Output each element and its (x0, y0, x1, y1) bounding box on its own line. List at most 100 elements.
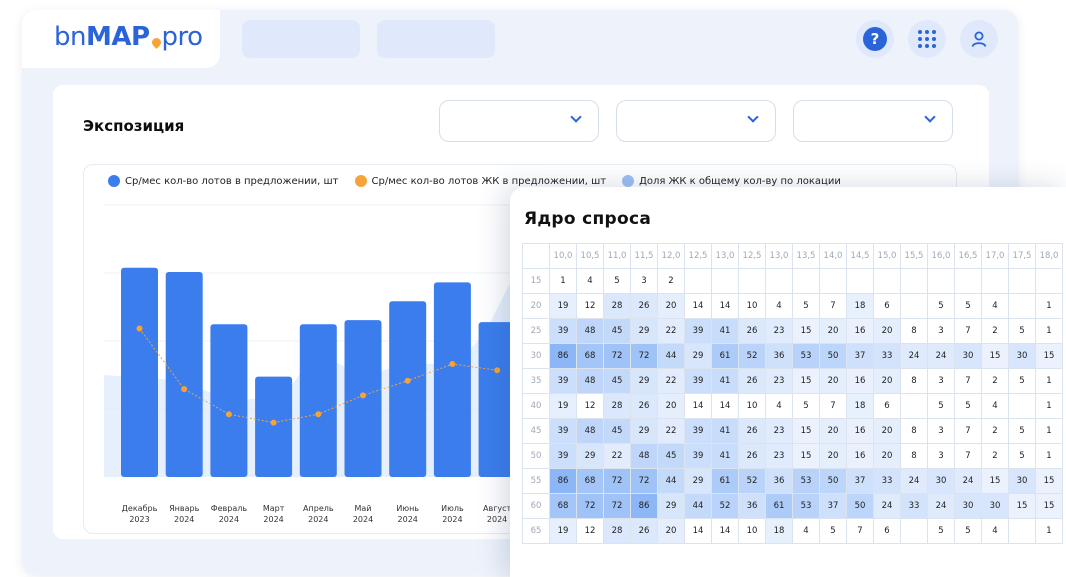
heatmap-cell: 4 (765, 393, 793, 419)
heatmap-cell: 15 (1035, 343, 1063, 369)
heatmap-cell: 45 (603, 418, 631, 444)
data-point (181, 386, 188, 393)
nav-tab-1[interactable] (242, 20, 360, 58)
row-header: 40 (522, 393, 550, 419)
heatmap-cell: 15 (792, 418, 820, 444)
bar (433, 282, 471, 477)
heatmap-cell: 20 (819, 418, 847, 444)
heatmap-cell (846, 268, 874, 294)
heatmap-cell: 14 (711, 293, 739, 319)
heatmap-cell: 72 (603, 343, 631, 369)
heatmap-cell (927, 268, 955, 294)
heatmap-cell: 53 (792, 493, 820, 519)
heatmap-cell: 7 (954, 418, 982, 444)
column-header: 16,0 (927, 243, 955, 269)
heatmap-cell: 45 (603, 318, 631, 344)
heatmap-cell: 20 (873, 318, 901, 344)
heatmap-cell (873, 268, 901, 294)
user-icon (971, 31, 987, 47)
x-tick-label: 2024 (308, 515, 328, 524)
heatmap-cell: 4 (576, 268, 604, 294)
heatmap-cell: 5 (603, 268, 631, 294)
heatmap-cell: 45 (657, 443, 685, 469)
heatmap-cell (1008, 293, 1036, 319)
column-header: 15,0 (873, 243, 901, 269)
heatmap-cell: 16 (846, 443, 874, 469)
row-header: 55 (522, 468, 550, 494)
heatmap-cell: 3 (927, 318, 955, 344)
heatmap-cell: 1 (1035, 518, 1063, 544)
x-tick-label: 2024 (174, 515, 194, 524)
heatmap-cell: 15 (792, 318, 820, 344)
heatmap-cell: 45 (603, 368, 631, 394)
heatmap-cell: 41 (711, 418, 739, 444)
heatmap-cell (981, 268, 1009, 294)
heatmap-cell: 29 (630, 318, 658, 344)
heatmap-cell: 39 (684, 443, 712, 469)
heatmap-cell: 15 (1035, 468, 1063, 494)
heatmap-cell: 20 (819, 368, 847, 394)
heatmap-cell: 1 (1035, 393, 1063, 419)
heatmap-cell: 39 (684, 418, 712, 444)
column-header: 15,5 (900, 243, 928, 269)
heatmap-cell: 7 (819, 293, 847, 319)
column-header: 12,5 (738, 243, 766, 269)
heatmap-cell: 24 (900, 343, 928, 369)
heatmap-cell (1008, 393, 1036, 419)
heatmap-cell: 8 (900, 368, 928, 394)
demand-row: 25 39 48 45 29 22 39 41 26 23 15 20 16 20 8 3 7 2 5 1 (522, 318, 1063, 344)
column-header: 12,5 (684, 243, 712, 269)
heatmap-cell: 5 (792, 293, 820, 319)
heatmap-cell: 24 (927, 493, 955, 519)
heatmap-cell: 23 (765, 368, 793, 394)
heatmap-cell: 24 (954, 468, 982, 494)
heatmap-cell: 86 (630, 493, 658, 519)
bar (255, 376, 293, 477)
heatmap-cell (711, 268, 739, 294)
heatmap-cell: 14 (711, 393, 739, 419)
heatmap-cell: 26 (630, 393, 658, 419)
column-header: 12,0 (657, 243, 685, 269)
logo[interactable]: bnMAP pro (54, 22, 203, 52)
apps-button[interactable] (908, 20, 946, 58)
x-tick-label: Март (263, 504, 285, 513)
filter-select-1[interactable] (439, 100, 599, 142)
heatmap-cell: 39 (549, 443, 577, 469)
heatmap-cell: 5 (1008, 418, 1036, 444)
help-button[interactable]: ? (856, 20, 894, 58)
row-header: 20 (522, 293, 550, 319)
heatmap-cell: 33 (873, 343, 901, 369)
data-point (449, 361, 456, 368)
heatmap-cell: 33 (873, 468, 901, 494)
nav-tab-2[interactable] (377, 20, 495, 58)
heatmap-cell: 5 (1008, 368, 1036, 394)
column-header: 16,5 (954, 243, 982, 269)
heatmap-cell: 28 (603, 518, 631, 544)
heatmap-cell: 16 (846, 318, 874, 344)
column-header: 11,0 (603, 243, 631, 269)
heatmap-cell: 30 (954, 343, 982, 369)
heatmap-cell: 1 (1035, 318, 1063, 344)
filter-select-3[interactable] (793, 100, 953, 142)
heatmap-cell: 44 (657, 468, 685, 494)
heatmap-cell: 36 (765, 468, 793, 494)
heatmap-cell: 72 (630, 468, 658, 494)
profile-button[interactable] (960, 20, 998, 58)
logo-suffix: pro (161, 22, 204, 52)
heatmap-cell: 30 (927, 468, 955, 494)
x-tick-label: 2024 (263, 515, 283, 524)
bar (389, 301, 427, 477)
heatmap-cell: 5 (954, 518, 982, 544)
heatmap-cell: 48 (630, 443, 658, 469)
heatmap-cell: 16 (846, 418, 874, 444)
heatmap-cell: 5 (819, 518, 847, 544)
column-header: 13,0 (765, 243, 793, 269)
heatmap-cell: 2 (981, 443, 1009, 469)
heatmap-cell: 5 (1008, 318, 1036, 344)
heatmap-cell: 7 (954, 318, 982, 344)
bar (299, 324, 337, 477)
heatmap-cell: 1 (1035, 418, 1063, 444)
heatmap-cell: 12 (576, 518, 604, 544)
heatmap-cell: 37 (846, 343, 874, 369)
filter-select-2[interactable] (616, 100, 776, 142)
